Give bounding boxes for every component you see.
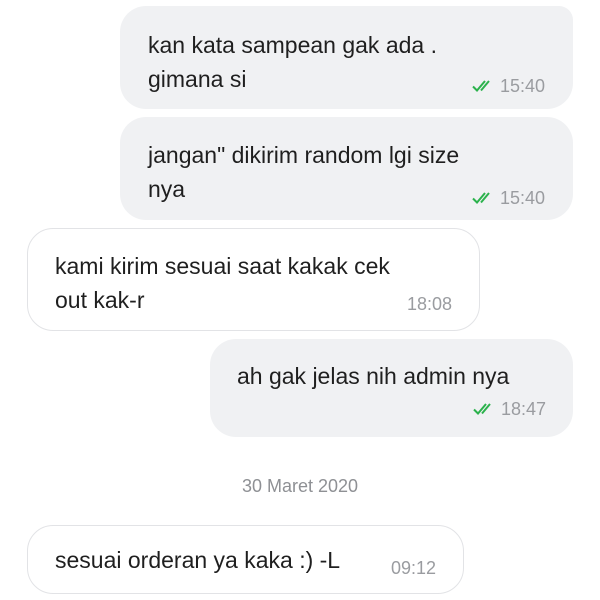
message-meta: 15:40 (472, 188, 545, 208)
message-text: sesuai orderan ya kaka :) -L (55, 547, 341, 573)
message-bubble-outgoing[interactable]: ah gak jelas nih admin nya 18:47 (210, 339, 573, 437)
message-text: jangan" dikirim random lgi size nya (148, 142, 460, 202)
double-check-icon (473, 403, 491, 415)
double-check-icon (472, 80, 490, 92)
double-check-icon (472, 192, 490, 204)
message-time: 15:40 (499, 188, 545, 208)
message-bubble-incoming[interactable]: sesuai orderan ya kaka :) -L 09:12 (27, 525, 464, 594)
message-meta: 18:47 (473, 399, 546, 419)
message-meta: 15:40 (472, 76, 545, 96)
message-text: ah gak jelas nih admin nya (237, 363, 510, 389)
message-bubble-outgoing[interactable]: kan kata sampean gak ada . gimana si 15:… (120, 6, 573, 109)
message-meta: 18:08 (407, 294, 452, 314)
chat-thread: kan kata sampean gak ada . gimana si 15:… (0, 0, 600, 600)
message-time: 15:40 (499, 76, 545, 96)
date-separator: 30 Maret 2020 (241, 476, 359, 496)
message-meta: 09:12 (391, 558, 436, 578)
message-time: 18:08 (406, 294, 452, 314)
message-bubble-incoming[interactable]: kami kirim sesuai saat kakak cek out kak… (27, 228, 480, 331)
message-text: kami kirim sesuai saat kakak cek out kak… (55, 253, 390, 313)
message-bubble-outgoing[interactable]: jangan" dikirim random lgi size nya 15:4… (120, 117, 573, 220)
message-text: kan kata sampean gak ada . gimana si (148, 32, 437, 92)
message-time: 18:47 (500, 399, 546, 419)
message-time: 09:12 (390, 558, 436, 578)
